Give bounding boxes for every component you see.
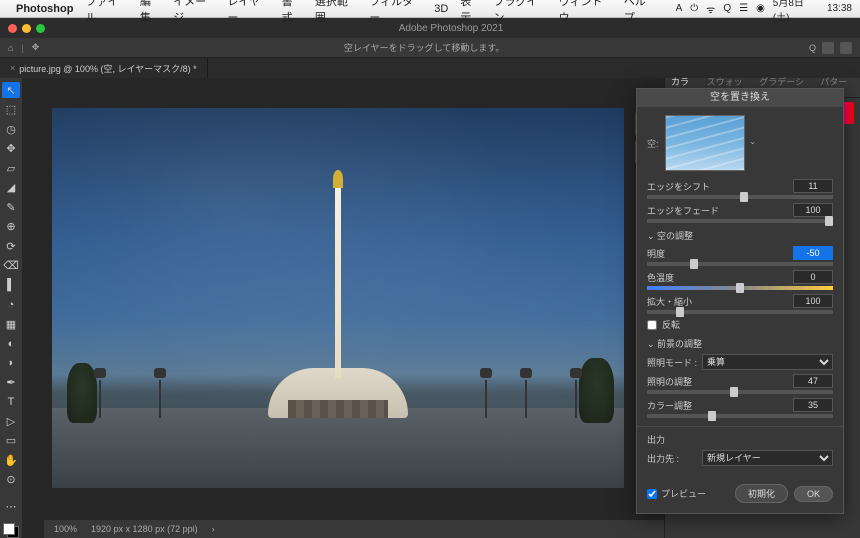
light-adjust-slider[interactable]: 照明の調整47	[647, 374, 833, 394]
gradient-tool[interactable]: ▦	[2, 316, 20, 332]
pen-tool[interactable]: ✒	[2, 374, 20, 390]
scale-value[interactable]: 100	[793, 294, 833, 308]
light-adjust-value[interactable]: 47	[793, 374, 833, 388]
options-bar: ⌂ | ✥ 空レイヤーをドラッグして移動します。 Q	[0, 38, 860, 58]
menu-type[interactable]: 書式	[282, 0, 303, 25]
move-tool[interactable]: ↖	[2, 82, 20, 98]
menu-plugin[interactable]: プラグイン	[494, 0, 547, 25]
edge-shift-slider[interactable]: エッジをシフト11	[647, 179, 833, 199]
wifi-icon[interactable]: ᯤ	[706, 2, 715, 16]
sky-replace-dialog: 空を置き換え 空: ⌄ エッジをシフト11 エッジをフェード100 空の調整 明…	[636, 88, 844, 514]
light-mode-dropdown[interactable]: 乗算	[702, 354, 833, 370]
search-icon[interactable]: Q	[809, 43, 816, 53]
search-icon[interactable]: Q	[723, 3, 731, 14]
tools-panel: ↖ ⬚ ◷ ✥ ▱ ◢ ✎ ⊕ ⟳ ⌫ ▌ ◔ ▦ ◐ ◗ ✒ T ▷ ▭ ✋ …	[0, 78, 22, 538]
brightness-slider[interactable]: 明度-50	[647, 246, 833, 266]
light-mode-select[interactable]: 照明モード : 乗算	[647, 354, 833, 370]
menu-window[interactable]: ウィンドウ	[559, 0, 612, 25]
crop-tool[interactable]: ▱	[2, 160, 20, 176]
zoom-tool[interactable]: ⊙	[2, 472, 20, 488]
dodge-tool[interactable]: ◗	[2, 355, 20, 371]
tab-label: picture.jpg @ 100% (空, レイヤーマスク/8) *	[19, 62, 196, 75]
output-dropdown[interactable]: 新規レイヤー	[702, 450, 833, 466]
move-icon[interactable]: ✥	[32, 42, 40, 53]
close-icon[interactable]	[8, 24, 17, 33]
color-swatches[interactable]	[3, 523, 19, 538]
brightness-value[interactable]: -50	[793, 246, 833, 260]
share-icon[interactable]	[840, 42, 852, 54]
output-select[interactable]: 出力先 : 新規レイヤー	[647, 450, 833, 466]
edge-fade-value[interactable]: 100	[793, 203, 833, 217]
output-heading: 出力	[647, 433, 833, 446]
brush-tool[interactable]: ⟳	[2, 238, 20, 254]
sky-adjust-section[interactable]: 空の調整	[647, 229, 833, 242]
history-brush-tool[interactable]: ▌	[2, 277, 20, 293]
close-tab-icon[interactable]: ×	[10, 63, 15, 73]
menu-select[interactable]: 選択範囲	[315, 0, 357, 25]
color-adjust-slider[interactable]: カラー調整35	[647, 398, 833, 418]
status-icon[interactable]: A	[676, 3, 683, 14]
edge-shift-value[interactable]: 11	[793, 179, 833, 193]
color-adjust-value[interactable]: 35	[793, 398, 833, 412]
temperature-slider[interactable]: 色温度0	[647, 270, 833, 290]
path-tool[interactable]: ▷	[2, 413, 20, 429]
zoom-level[interactable]: 100%	[54, 524, 77, 534]
document-canvas[interactable]	[52, 108, 624, 488]
selection-tool[interactable]: ✥	[2, 140, 20, 156]
zoom-icon[interactable]	[36, 24, 45, 33]
menu-view[interactable]: 表示	[460, 0, 481, 25]
preview-checkbox[interactable]: プレビュー	[647, 487, 729, 500]
menu-app[interactable]: Photoshop	[16, 3, 73, 15]
edge-fade-slider[interactable]: エッジをフェード100	[647, 203, 833, 223]
workspace-icon[interactable]	[822, 42, 834, 54]
edit-toolbar[interactable]: ⋯	[2, 498, 20, 514]
document-tab[interactable]: × picture.jpg @ 100% (空, レイヤーマスク/8) *	[0, 58, 208, 78]
sky-label: 空:	[647, 137, 659, 150]
flip-checkbox[interactable]: 反転	[647, 318, 833, 331]
shape-tool[interactable]: ▭	[2, 433, 20, 449]
menu-filter[interactable]: フィルター	[369, 0, 422, 25]
doc-dimensions[interactable]: 1920 px x 1280 px (72 ppi)	[91, 524, 198, 534]
chevron-down-icon[interactable]: ⌄	[747, 137, 759, 149]
foreground-adjust-section[interactable]: 前景の調整	[647, 337, 833, 350]
menu-layer[interactable]: レイヤー	[227, 0, 269, 25]
menubar-time[interactable]: 13:38	[827, 3, 852, 14]
status-icon[interactable]: ⏻	[690, 3, 698, 14]
menu-3d[interactable]: 3D	[434, 3, 448, 15]
menu-help[interactable]: ヘルプ	[624, 0, 656, 25]
control-center-icon[interactable]: ☰	[739, 3, 748, 14]
blur-tool[interactable]: ◐	[2, 335, 20, 351]
eyedropper-tool[interactable]: ✎	[2, 199, 20, 215]
canvas-area: 100% 1920 px x 1280 px (72 ppi) ›	[22, 78, 664, 538]
menu-image[interactable]: イメージ	[173, 0, 215, 25]
frame-tool[interactable]: ◢	[2, 179, 20, 195]
eraser-tool[interactable]: ◔	[2, 296, 20, 312]
fg-color[interactable]	[3, 523, 15, 535]
macos-menubar: Photoshop ファイル 編集 イメージ レイヤー 書式 選択範囲 フィルタ…	[0, 0, 860, 18]
reset-button[interactable]: 初期化	[735, 484, 788, 503]
home-icon[interactable]: ⌂	[8, 43, 13, 53]
lasso-tool[interactable]: ◷	[2, 121, 20, 137]
window-title: Adobe Photoshop 2021	[50, 23, 852, 34]
hand-tool[interactable]: ✋	[2, 452, 20, 468]
temperature-value[interactable]: 0	[793, 270, 833, 284]
sky-preset-thumbnail[interactable]	[665, 115, 745, 171]
minimize-icon[interactable]	[22, 24, 31, 33]
marquee-tool[interactable]: ⬚	[2, 101, 20, 117]
scale-slider[interactable]: 拡大・縮小100	[647, 294, 833, 314]
menu-edit[interactable]: 編集	[140, 0, 161, 25]
menubar-date[interactable]: 5月8日(土)	[773, 0, 819, 24]
options-message: 空レイヤーをドラッグして移動します。	[39, 41, 809, 54]
type-tool[interactable]: T	[2, 394, 20, 410]
siri-icon[interactable]: ◉	[756, 3, 765, 14]
ok-button[interactable]: OK	[794, 486, 833, 502]
status-bar: 100% 1920 px x 1280 px (72 ppi) ›	[44, 520, 664, 538]
heal-tool[interactable]: ⊕	[2, 218, 20, 234]
window-titlebar: Adobe Photoshop 2021	[0, 18, 860, 38]
menu-file[interactable]: ファイル	[85, 0, 127, 25]
stamp-tool[interactable]: ⌫	[2, 257, 20, 273]
chevron-right-icon[interactable]: ›	[212, 524, 215, 534]
dialog-title: 空を置き換え	[637, 89, 843, 107]
